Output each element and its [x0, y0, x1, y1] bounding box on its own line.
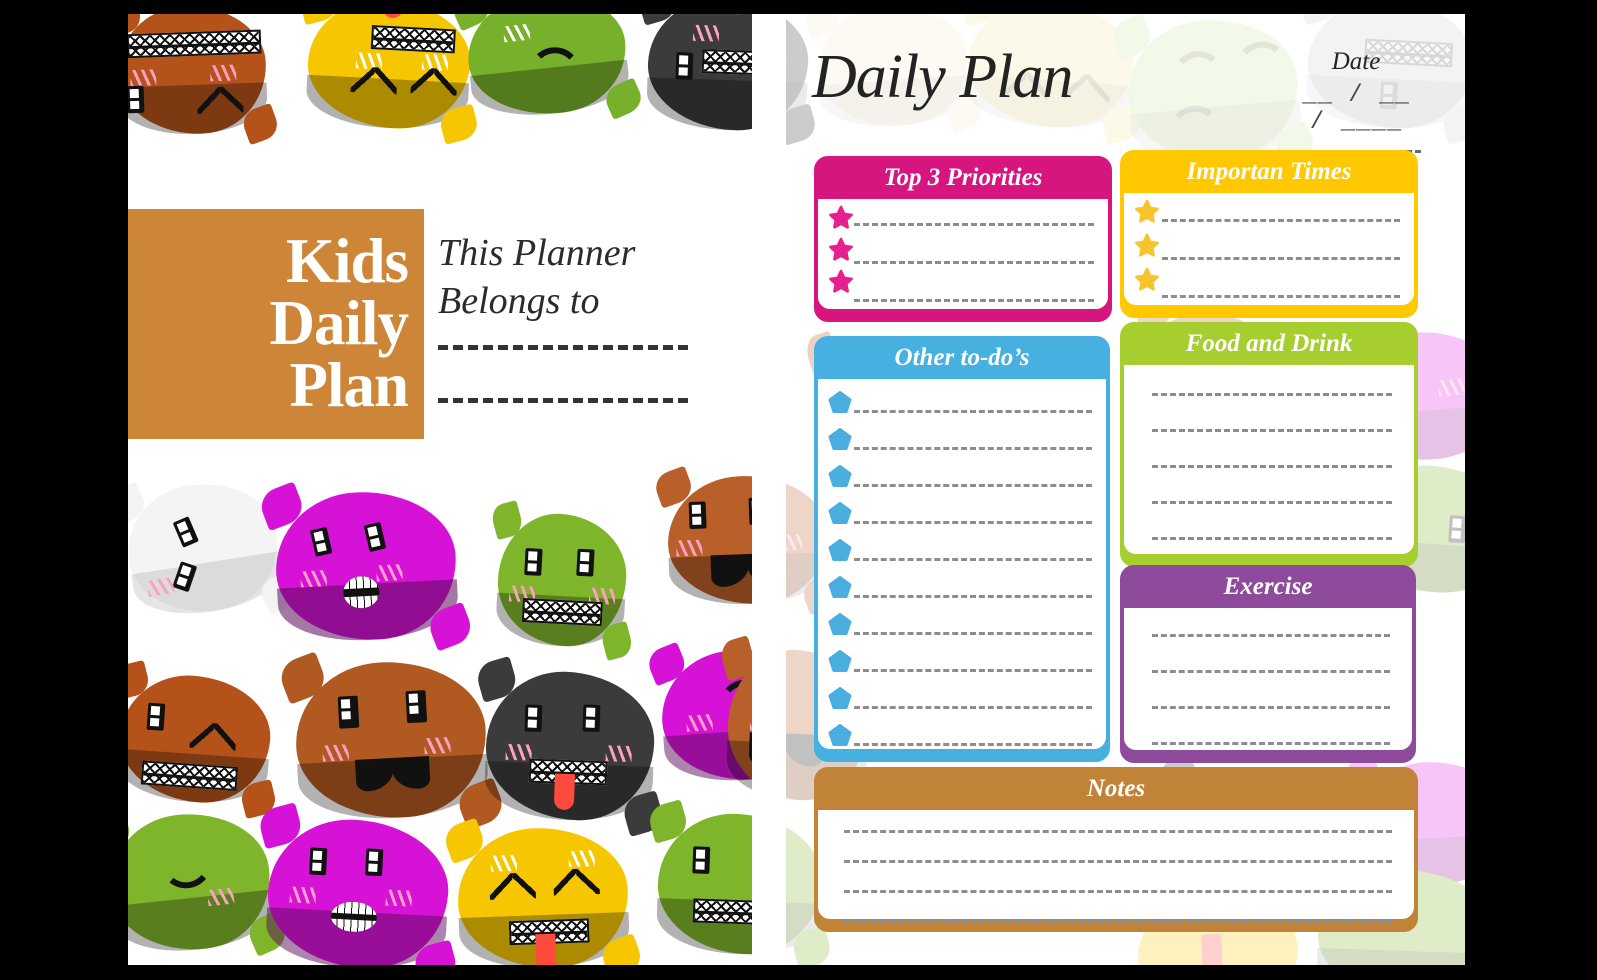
todo-field-8[interactable]: [854, 669, 1092, 672]
exercise-field-4[interactable]: [1152, 742, 1390, 745]
cover-title-line-2: Daily: [269, 288, 409, 359]
card-exercise-title: Exercise: [1223, 573, 1313, 600]
card-food-and-drink-title: Food and Drink: [1185, 330, 1353, 357]
card-notes-body: [818, 810, 1414, 923]
todo-field-1[interactable]: [854, 410, 1092, 413]
todo-field-3[interactable]: [854, 484, 1092, 487]
card-other-todos-body: [818, 379, 1106, 749]
food-field-2[interactable]: [1152, 429, 1392, 432]
daily-plan-page: Daily Plan Date __ / __ / ____ Top 3 Pri…: [786, 14, 1465, 965]
date-label: Date: [1331, 48, 1381, 75]
pentagon-icon: [828, 465, 852, 488]
exercise-field-3[interactable]: [1152, 706, 1390, 709]
card-other-todos-title: Other to-do’s: [894, 344, 1030, 371]
page-title: Daily Plan: [812, 43, 1073, 111]
notes-field-3[interactable]: [844, 890, 1392, 893]
notes-field-2[interactable]: [844, 860, 1392, 863]
star-icon: [829, 269, 853, 293]
card-important-times: Importan Times: [1120, 150, 1418, 318]
pentagon-icon: [828, 613, 852, 636]
card-notes-title: Notes: [1086, 775, 1146, 802]
pentagon-icon: [828, 650, 852, 673]
todo-field-9[interactable]: [854, 706, 1092, 709]
belongs-to-label-line-1: This Planner: [438, 232, 636, 274]
pentagon-icon: [828, 539, 852, 562]
cover-title-block: Kids Daily Plan: [128, 209, 424, 439]
star-icon: [829, 205, 853, 229]
pentagon-icon: [828, 724, 852, 747]
card-food-and-drink-body: [1124, 365, 1414, 554]
important-times-field-1[interactable]: [1162, 219, 1400, 222]
pentagon-icon: [828, 428, 852, 451]
food-field-4[interactable]: [1152, 501, 1392, 504]
important-times-field-2[interactable]: [1162, 257, 1400, 260]
star-icon: [829, 237, 853, 261]
pentagon-icon: [828, 687, 852, 710]
card-priorities-title: Top 3 Priorities: [883, 164, 1043, 191]
card-exercise-body: [1124, 608, 1412, 750]
cover-title-line-3: Plan: [289, 349, 409, 420]
pentagon-icon: [828, 502, 852, 525]
priorities-field-1[interactable]: [854, 223, 1094, 226]
priorities-field-2[interactable]: [854, 261, 1094, 264]
exercise-field-2[interactable]: [1152, 670, 1390, 673]
pentagon-icon: [828, 391, 852, 414]
todo-field-4[interactable]: [854, 521, 1092, 524]
food-field-5[interactable]: [1152, 537, 1392, 540]
card-other-todos: Other to-do’s: [814, 336, 1110, 762]
food-field-1[interactable]: [1152, 393, 1392, 396]
belongs-to-label-line-2: Belongs to: [438, 279, 600, 322]
card-priorities-body: [818, 199, 1108, 309]
todo-field-6[interactable]: [854, 595, 1092, 598]
cover-title: Kids Daily Plan: [269, 226, 424, 420]
todo-field-7[interactable]: [854, 632, 1092, 635]
cover-title-line-1: Kids: [285, 226, 409, 297]
owner-name-field-line-2[interactable]: [438, 398, 688, 403]
star-icon: [1135, 199, 1159, 223]
card-notes: Notes: [814, 767, 1418, 932]
card-exercise: Exercise: [1120, 565, 1416, 763]
card-important-times-title: Importan Times: [1186, 158, 1352, 185]
exercise-field-1[interactable]: [1152, 634, 1390, 637]
food-field-3[interactable]: [1152, 465, 1392, 468]
card-important-times-body: [1124, 193, 1414, 305]
todo-field-2[interactable]: [854, 447, 1092, 450]
belongs-to-block: This Planner Belongs to: [438, 230, 708, 403]
date-input[interactable]: __ / __ / ____: [1291, 82, 1421, 136]
notes-field-1[interactable]: [844, 830, 1392, 833]
date-block: Date __ / __ / ____: [1291, 48, 1421, 153]
star-icon: [1135, 233, 1159, 257]
priorities-field-3[interactable]: [854, 299, 1094, 302]
card-food-and-drink: Food and Drink: [1120, 322, 1418, 567]
planner-spread: Kids Daily Plan This Planner Belongs to …: [128, 14, 1465, 965]
star-icon: [1135, 267, 1159, 291]
cover-page: Kids Daily Plan This Planner Belongs to: [128, 14, 783, 965]
todo-field-5[interactable]: [854, 558, 1092, 561]
important-times-field-3[interactable]: [1162, 295, 1400, 298]
pentagon-icon: [828, 576, 852, 599]
notes-field-4[interactable]: [844, 920, 1392, 923]
card-priorities: Top 3 Priorities: [814, 156, 1112, 322]
todo-field-10[interactable]: [854, 743, 1092, 746]
screenshot-canvas: Kids Daily Plan This Planner Belongs to …: [0, 0, 1597, 980]
owner-name-field-line-1[interactable]: [438, 345, 688, 350]
